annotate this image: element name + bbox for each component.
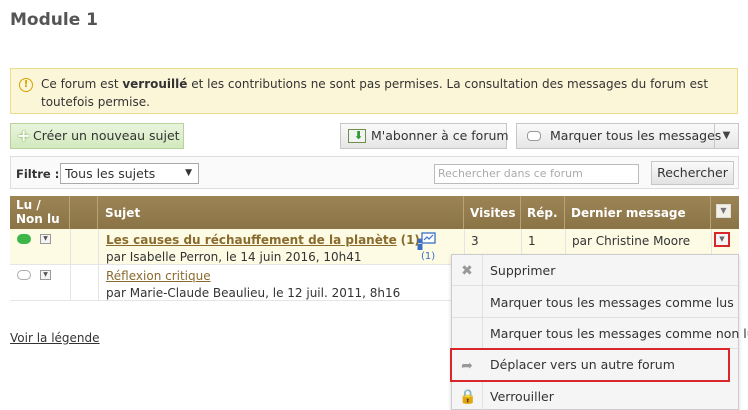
menu-item-delete[interactable]: ✖ Supprimer bbox=[452, 255, 740, 286]
filter-selected: Tous les sujets bbox=[65, 166, 156, 181]
create-topic-label: Créer un nouveau sujet bbox=[33, 128, 180, 143]
filter-bar: Filtre : Tous les sujets ▼ Rechercher da… bbox=[10, 156, 739, 189]
topic-link[interactable]: Les causes du réchauffement de la planèt… bbox=[106, 233, 397, 247]
row-select-icon[interactable]: ▼ bbox=[40, 270, 51, 280]
menu-item-lock[interactable]: 🔒 Verrouiller bbox=[452, 381, 740, 410]
search-input[interactable]: Rechercher dans ce forum bbox=[434, 164, 639, 184]
move-icon: ➦ bbox=[461, 358, 473, 374]
row-select-icon[interactable]: ▼ bbox=[40, 234, 51, 244]
mark-all-label: Marquer tous les messages bbox=[550, 128, 722, 143]
filter-label: Filtre : bbox=[16, 167, 60, 181]
row-menu-icon[interactable]: ▼ bbox=[714, 232, 730, 247]
col-read[interactable]: Lu / Non lu bbox=[10, 196, 70, 229]
dropdown-arrow-icon: ▼ bbox=[185, 168, 192, 178]
last-message: par Christine Moore bbox=[572, 234, 691, 248]
header-menu-icon[interactable]: ▼ bbox=[716, 204, 731, 218]
topic-author: par Marie-Claude Beaulieu, le 12 juil. 2… bbox=[106, 286, 401, 300]
mail-icon: ⬇ bbox=[348, 129, 366, 143]
topic-title: Les causes du réchauffement de la planèt… bbox=[106, 233, 420, 247]
col-menu: ▼ bbox=[711, 196, 739, 229]
table-header: Lu / Non lu Sujet Visites Rép. Dernier me… bbox=[10, 196, 739, 229]
col-last-message[interactable]: Dernier message bbox=[565, 196, 711, 229]
plus-icon: + bbox=[17, 126, 31, 145]
create-topic-button[interactable]: + Créer un nouveau sujet bbox=[10, 123, 184, 149]
unread-bubble-icon bbox=[17, 234, 31, 244]
notice-text-1: Ce forum est bbox=[41, 77, 123, 91]
menu-item-move[interactable]: ➦ Déplacer vers un autre forum bbox=[450, 348, 730, 382]
col-replies[interactable]: Rép. bbox=[521, 196, 565, 229]
info-icon: ! bbox=[19, 78, 33, 92]
mark-all-button[interactable]: Marquer tous les messages ▼ bbox=[516, 123, 739, 149]
row-actions-menu: ✖ Supprimer Marquer tous les messages co… bbox=[450, 254, 748, 410]
locked-notice: ! Ce forum est verrouillé et les contrib… bbox=[10, 68, 738, 114]
visits-value: 3 bbox=[471, 234, 479, 248]
replies-value: 1 bbox=[528, 234, 536, 248]
menu-item-mark-read[interactable]: Marquer tous les messages comme lus bbox=[452, 287, 740, 318]
chevron-down-icon[interactable]: ▼ bbox=[714, 124, 738, 148]
topic-title: Réflexion critique bbox=[106, 269, 211, 283]
filter-select[interactable]: Tous les sujets ▼ bbox=[60, 163, 199, 184]
menu-item-mark-unread[interactable]: Marquer tous les messages comme non lus bbox=[452, 318, 748, 349]
speech-bubble-icon bbox=[527, 131, 541, 141]
notice-text-bold: verrouillé bbox=[122, 77, 188, 91]
topic-link[interactable]: Réflexion critique bbox=[106, 269, 211, 283]
legend-link[interactable]: Voir la légende bbox=[10, 331, 100, 345]
lock-icon: 🔒 bbox=[459, 389, 477, 405]
page-title: Module 1 bbox=[10, 10, 98, 30]
search-button[interactable]: Rechercher bbox=[651, 161, 734, 185]
topic-author: par Isabelle Perron, le 14 juin 2016, 10… bbox=[106, 250, 362, 264]
tag-user-icon[interactable] bbox=[416, 232, 436, 250]
col-blank bbox=[70, 196, 98, 229]
col-subject[interactable]: Sujet bbox=[98, 196, 464, 229]
read-bubble-icon bbox=[17, 270, 31, 280]
tag-count[interactable]: (1) bbox=[421, 251, 435, 262]
subscribe-label: M'abonner à ce forum bbox=[371, 128, 509, 143]
col-visits[interactable]: Visites bbox=[464, 196, 521, 229]
subscribe-button[interactable]: ⬇ M'abonner à ce forum bbox=[340, 123, 509, 149]
x-icon: ✖ bbox=[461, 263, 473, 279]
